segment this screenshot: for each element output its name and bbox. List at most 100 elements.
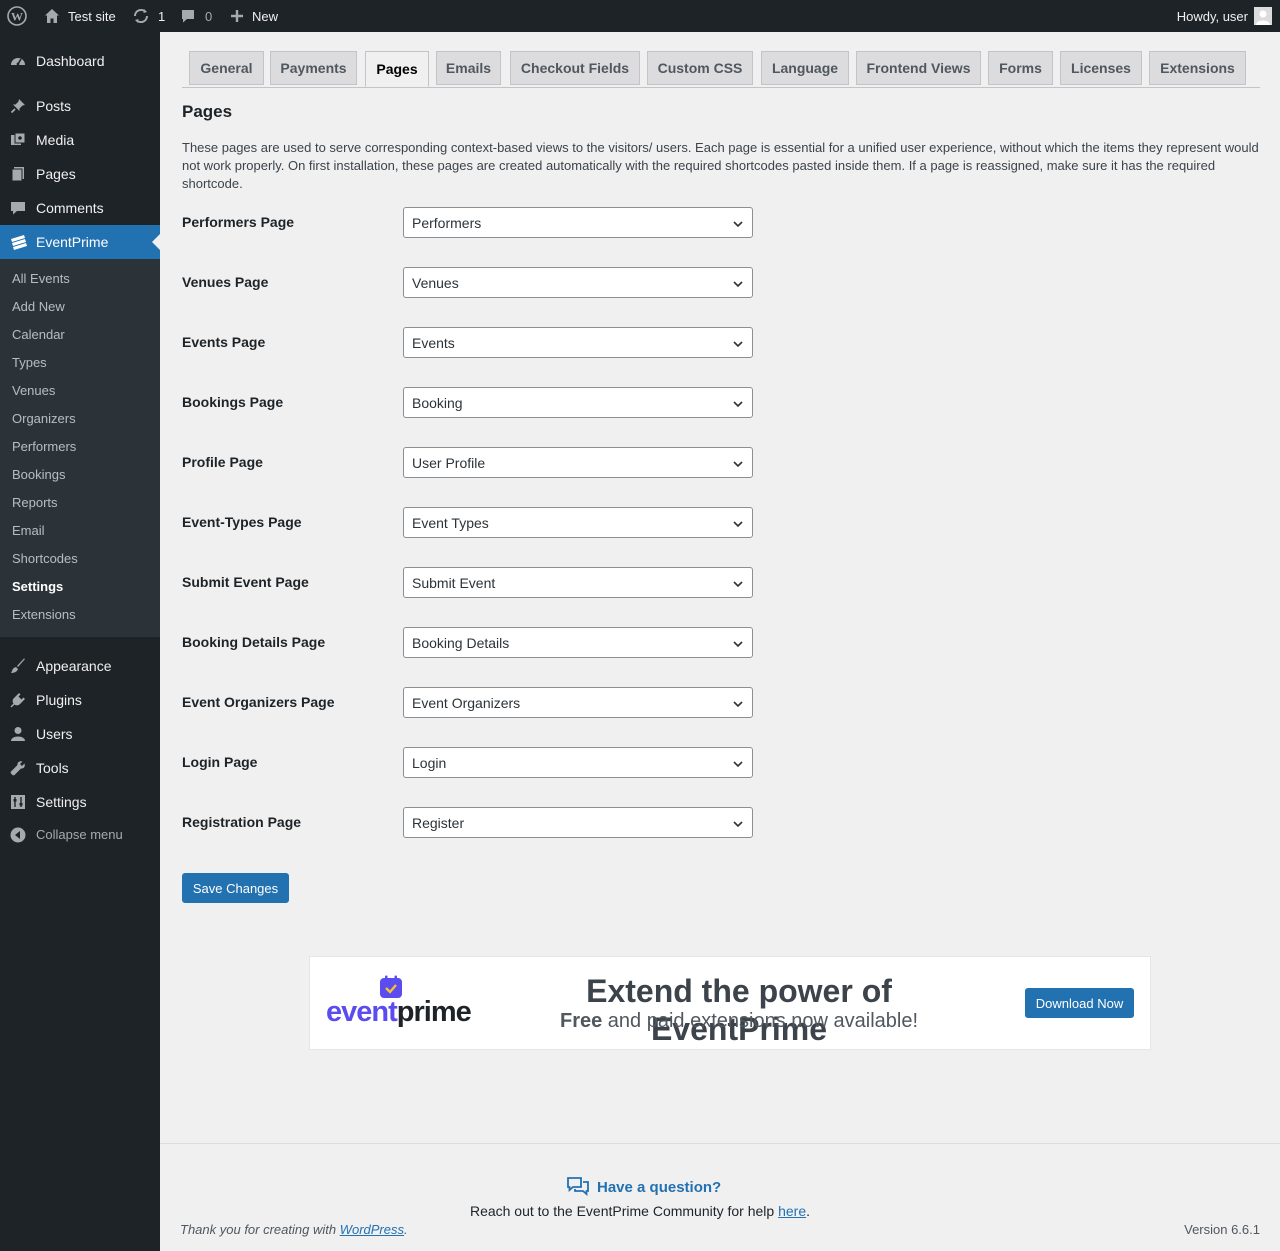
chevron-down-icon bbox=[732, 697, 744, 709]
events-page-label: Events Page bbox=[182, 334, 266, 350]
events-page-select[interactable]: Events bbox=[403, 327, 753, 358]
wordpress-logo-icon[interactable]: W bbox=[7, 0, 27, 32]
settings-tabs: General Payments Pages Emails Checkout F… bbox=[182, 51, 1260, 88]
tab-general[interactable]: General bbox=[189, 51, 264, 85]
home-icon bbox=[44, 8, 60, 24]
tab-checkout-fields[interactable]: Checkout Fields bbox=[510, 51, 640, 85]
eventprime-icon bbox=[10, 234, 27, 250]
submenu-performers[interactable]: Performers bbox=[12, 439, 76, 455]
submenu-settings[interactable]: Settings bbox=[12, 579, 63, 595]
brush-icon bbox=[10, 658, 26, 674]
event-organizers-page-label: Event Organizers Page bbox=[182, 694, 335, 710]
bookings-page-select[interactable]: Booking bbox=[403, 387, 753, 418]
community-help-text: Reach out to the EventPrime Community fo… bbox=[469, 1203, 811, 1219]
community-help-link[interactable]: here bbox=[778, 1203, 806, 1219]
menu-pages[interactable]: Pages bbox=[0, 157, 160, 191]
extensions-banner: eventprime Extend the power of EventPrim… bbox=[310, 957, 1150, 1049]
venues-page-select[interactable]: Venues bbox=[403, 267, 753, 298]
admin-sidebar: Dashboard Posts Media Pages Comments Eve… bbox=[0, 32, 160, 1251]
current-menu-arrow bbox=[152, 234, 160, 250]
site-name: Test site bbox=[68, 8, 116, 24]
submenu-all-events[interactable]: All Events bbox=[12, 271, 70, 287]
footer-thanks: Thank you for creating with WordPress. bbox=[180, 1222, 408, 1237]
logo-text-prime: prime bbox=[396, 996, 472, 1028]
submenu-organizers[interactable]: Organizers bbox=[12, 411, 76, 427]
bookings-page-label: Bookings Page bbox=[182, 394, 284, 410]
admin-bar: W Test site 1 0 New Howdy, user bbox=[0, 0, 1280, 32]
account-link[interactable]: Howdy, user bbox=[1177, 0, 1272, 32]
registration-page-label: Registration Page bbox=[182, 814, 302, 830]
submenu-venues[interactable]: Venues bbox=[12, 383, 55, 399]
comments-count: 0 bbox=[205, 8, 213, 24]
comments-link[interactable]: 0 bbox=[180, 0, 212, 32]
greeting: Howdy, user bbox=[1176, 8, 1248, 24]
comment-bubble-icon bbox=[180, 8, 196, 24]
event-types-page-select[interactable]: Event Types bbox=[403, 507, 753, 538]
login-page-select[interactable]: Login bbox=[403, 747, 753, 778]
logo-text-event: event bbox=[326, 996, 398, 1028]
wrench-icon bbox=[10, 760, 26, 776]
menu-users[interactable]: Users bbox=[0, 717, 160, 751]
dashboard-icon bbox=[10, 53, 26, 69]
menu-comments[interactable]: Comments bbox=[0, 191, 160, 225]
chevron-down-icon bbox=[732, 577, 744, 589]
performers-page-select[interactable]: Performers bbox=[403, 207, 753, 238]
menu-media[interactable]: Media bbox=[0, 123, 160, 157]
menu-plugins[interactable]: Plugins bbox=[0, 683, 160, 717]
media-icon bbox=[10, 132, 26, 148]
menu-dashboard[interactable]: Dashboard bbox=[0, 44, 160, 78]
event-organizers-page-select[interactable]: Event Organizers bbox=[403, 687, 753, 718]
booking-details-page-select[interactable]: Booking Details bbox=[403, 627, 753, 658]
menu-settings[interactable]: Settings bbox=[0, 785, 160, 819]
tab-pages[interactable]: Pages bbox=[365, 51, 429, 87]
submenu-calendar[interactable]: Calendar bbox=[12, 327, 65, 343]
tab-frontend-views[interactable]: Frontend Views bbox=[856, 51, 981, 85]
have-a-question-link[interactable]: Have a question? bbox=[567, 1175, 721, 1199]
tab-forms[interactable]: Forms bbox=[988, 51, 1053, 85]
menu-posts[interactable]: Posts bbox=[0, 89, 160, 123]
profile-page-select[interactable]: User Profile bbox=[403, 447, 753, 478]
submenu-reports[interactable]: Reports bbox=[12, 495, 58, 511]
plus-icon bbox=[230, 9, 244, 23]
submit-event-page-select[interactable]: Submit Event bbox=[403, 567, 753, 598]
banner-subheadline: Free and paid extensions now available! bbox=[559, 1010, 919, 1032]
chevron-down-icon bbox=[732, 457, 744, 469]
collapse-arrow-icon bbox=[10, 827, 26, 846]
sliders-icon bbox=[10, 794, 26, 810]
menu-eventprime[interactable]: EventPrime bbox=[0, 225, 160, 259]
submenu-bookings[interactable]: Bookings bbox=[12, 467, 65, 483]
wordpress-link[interactable]: WordPress bbox=[340, 1222, 404, 1237]
submenu-extensions[interactable]: Extensions bbox=[12, 607, 76, 623]
registration-page-select[interactable]: Register bbox=[403, 807, 753, 838]
tab-payments[interactable]: Payments bbox=[270, 51, 357, 85]
menu-appearance[interactable]: Appearance bbox=[0, 649, 160, 683]
footer-divider bbox=[160, 1143, 1280, 1144]
svg-text:W: W bbox=[11, 10, 23, 24]
site-name-link[interactable]: Test site bbox=[44, 0, 116, 32]
pin-icon bbox=[10, 98, 26, 114]
updates-link[interactable]: 1 bbox=[132, 0, 165, 32]
new-content-link[interactable]: New bbox=[230, 0, 278, 32]
comments-icon bbox=[10, 200, 26, 216]
tab-custom-css[interactable]: Custom CSS bbox=[647, 51, 753, 85]
submenu-types[interactable]: Types bbox=[12, 355, 47, 371]
collapse-menu-button[interactable]: Collapse menu bbox=[0, 822, 160, 848]
tab-licenses[interactable]: Licenses bbox=[1060, 51, 1142, 85]
submit-event-page-label: Submit Event Page bbox=[182, 574, 309, 590]
save-changes-button[interactable]: Save Changes bbox=[182, 873, 289, 903]
pages-icon bbox=[10, 166, 26, 182]
submenu-add-new[interactable]: Add New bbox=[12, 299, 65, 315]
user-icon bbox=[10, 726, 26, 742]
menu-tools[interactable]: Tools bbox=[0, 751, 160, 785]
page-title: Pages bbox=[182, 102, 233, 121]
login-page-label: Login Page bbox=[182, 754, 258, 770]
download-now-button[interactable]: Download Now bbox=[1025, 988, 1134, 1018]
tab-language[interactable]: Language bbox=[761, 51, 849, 85]
eventprime-submenu: All Events Add New Calendar Types Venues… bbox=[0, 259, 160, 637]
collapse-menu-label: Collapse menu bbox=[36, 827, 123, 842]
booking-details-page-label: Booking Details Page bbox=[182, 634, 326, 650]
submenu-email[interactable]: Email bbox=[12, 523, 45, 539]
tab-emails[interactable]: Emails bbox=[436, 51, 501, 85]
submenu-shortcodes[interactable]: Shortcodes bbox=[12, 551, 78, 567]
tab-extensions[interactable]: Extensions bbox=[1149, 51, 1246, 85]
